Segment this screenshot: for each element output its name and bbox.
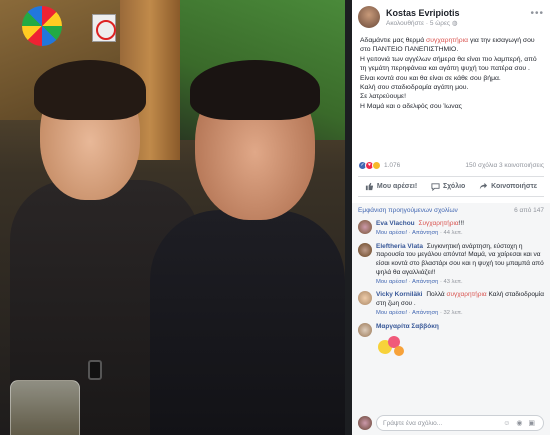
comment-like-link[interactable]: Μου αρέσει! — [376, 279, 407, 285]
like-button[interactable]: Μου αρέσει! — [365, 182, 417, 191]
reactions[interactable]: ✓ ♥ 1.076 — [358, 161, 400, 170]
comment-reply-link[interactable]: Απάντηση — [412, 310, 438, 316]
follow-link[interactable]: Ακολουθήστε — [386, 20, 424, 27]
older-man — [150, 60, 345, 435]
comment-reply-link[interactable]: Απάντηση — [412, 230, 438, 236]
reaction-count[interactable]: 1.076 — [384, 162, 400, 169]
more-options-icon[interactable]: ••• — [530, 8, 544, 19]
comment-time[interactable]: 44 λεπ. — [444, 230, 463, 236]
globe-icon: ◍ — [451, 19, 458, 27]
pinwheel-decoration — [22, 6, 62, 46]
post-stats: ✓ ♥ 1.076 150 σχόλια 3 κοινοποιήσεις — [352, 161, 550, 170]
sad-reaction-icon — [372, 161, 381, 170]
post-text: Αδαμάντιε μας θερμά συγχαρητήρια για την… — [360, 37, 537, 110]
thumbs-up-icon — [365, 182, 373, 191]
author-name[interactable]: Kostas Evripiotis — [386, 8, 460, 18]
share-button[interactable]: Κοινοποιήστε — [479, 182, 537, 191]
post-actions: Μου αρέσει! Σχόλιο Κοινοποιήστε — [358, 176, 544, 197]
comment-item: Eva Vlachou Συγχαρητήρια!!! Μου αρέσει! … — [358, 220, 544, 238]
author-avatar[interactable] — [358, 6, 380, 28]
view-previous-comments[interactable]: Εμφάνιση προηγούμενων σχολίων — [358, 207, 458, 214]
write-comment-row: Γράψτε ένα σχόλιο... ☺ ◉ ▣ — [358, 415, 544, 431]
wristwatch — [88, 360, 102, 380]
post-time[interactable]: 5 ώρες — [430, 20, 450, 27]
post-subline: Ακολουθήστε · 5 ώρες ◍ — [386, 19, 458, 27]
post-panel: Kostas Evripiotis Ακολουθήστε · 5 ώρες ◍… — [352, 0, 550, 435]
commenter-name[interactable]: Eleftheria Vlata — [376, 243, 423, 250]
no-smoking-sign — [92, 14, 116, 42]
post-header: Kostas Evripiotis Ακολουθήστε · 5 ώρες ◍… — [352, 0, 550, 32]
comment-like-link[interactable]: Μου αρέσει! — [376, 230, 407, 236]
comment-input[interactable]: Γράψτε ένα σχόλιο... ☺ ◉ ▣ — [376, 415, 544, 431]
commenter-avatar[interactable] — [358, 242, 372, 257]
comment-button[interactable]: Σχόλιο — [431, 182, 465, 191]
commenter-name[interactable]: Vicky Korniläki — [376, 291, 423, 298]
comment-item: Eleftheria Vlata Συγκινητική ανάρτηση, ε… — [358, 242, 544, 287]
drinking-glass — [10, 380, 80, 435]
comments-section: Εμφάνιση προηγούμενων σχολίων 6 από 147 … — [352, 203, 550, 435]
comment-item: Vicky Korniläki Πολλά συγχαρητήρια Καλή … — [358, 291, 544, 317]
comment-icon — [431, 183, 440, 191]
comment-item: Μαργαρίτα Σαββόκη — [358, 322, 544, 358]
flower-sticker — [376, 334, 406, 358]
comments-shares-count[interactable]: 150 σχόλια 3 κοινοποιήσεις — [465, 162, 544, 169]
commenter-avatar[interactable] — [358, 291, 372, 306]
comment-like-link[interactable]: Μου αρέσει! — [376, 310, 407, 316]
share-icon — [479, 182, 488, 190]
commenter-name[interactable]: Μαργαρίτα Σαββόκη — [376, 323, 439, 330]
comment-time[interactable]: 32 λεπ. — [444, 310, 463, 316]
commenter-avatar[interactable] — [358, 322, 372, 337]
comment-time[interactable]: 43 λεπ. — [444, 279, 463, 285]
post-photo[interactable] — [0, 0, 345, 435]
comments-count: 6 από 147 — [514, 207, 544, 214]
emoji-camera-gif-icons[interactable]: ☺ ◉ ▣ — [503, 419, 537, 427]
comment-reply-link[interactable]: Απάντηση — [412, 279, 438, 285]
commenter-name[interactable]: Eva Vlachou — [376, 220, 415, 227]
commenter-avatar[interactable] — [358, 220, 372, 234]
my-avatar — [358, 416, 372, 430]
